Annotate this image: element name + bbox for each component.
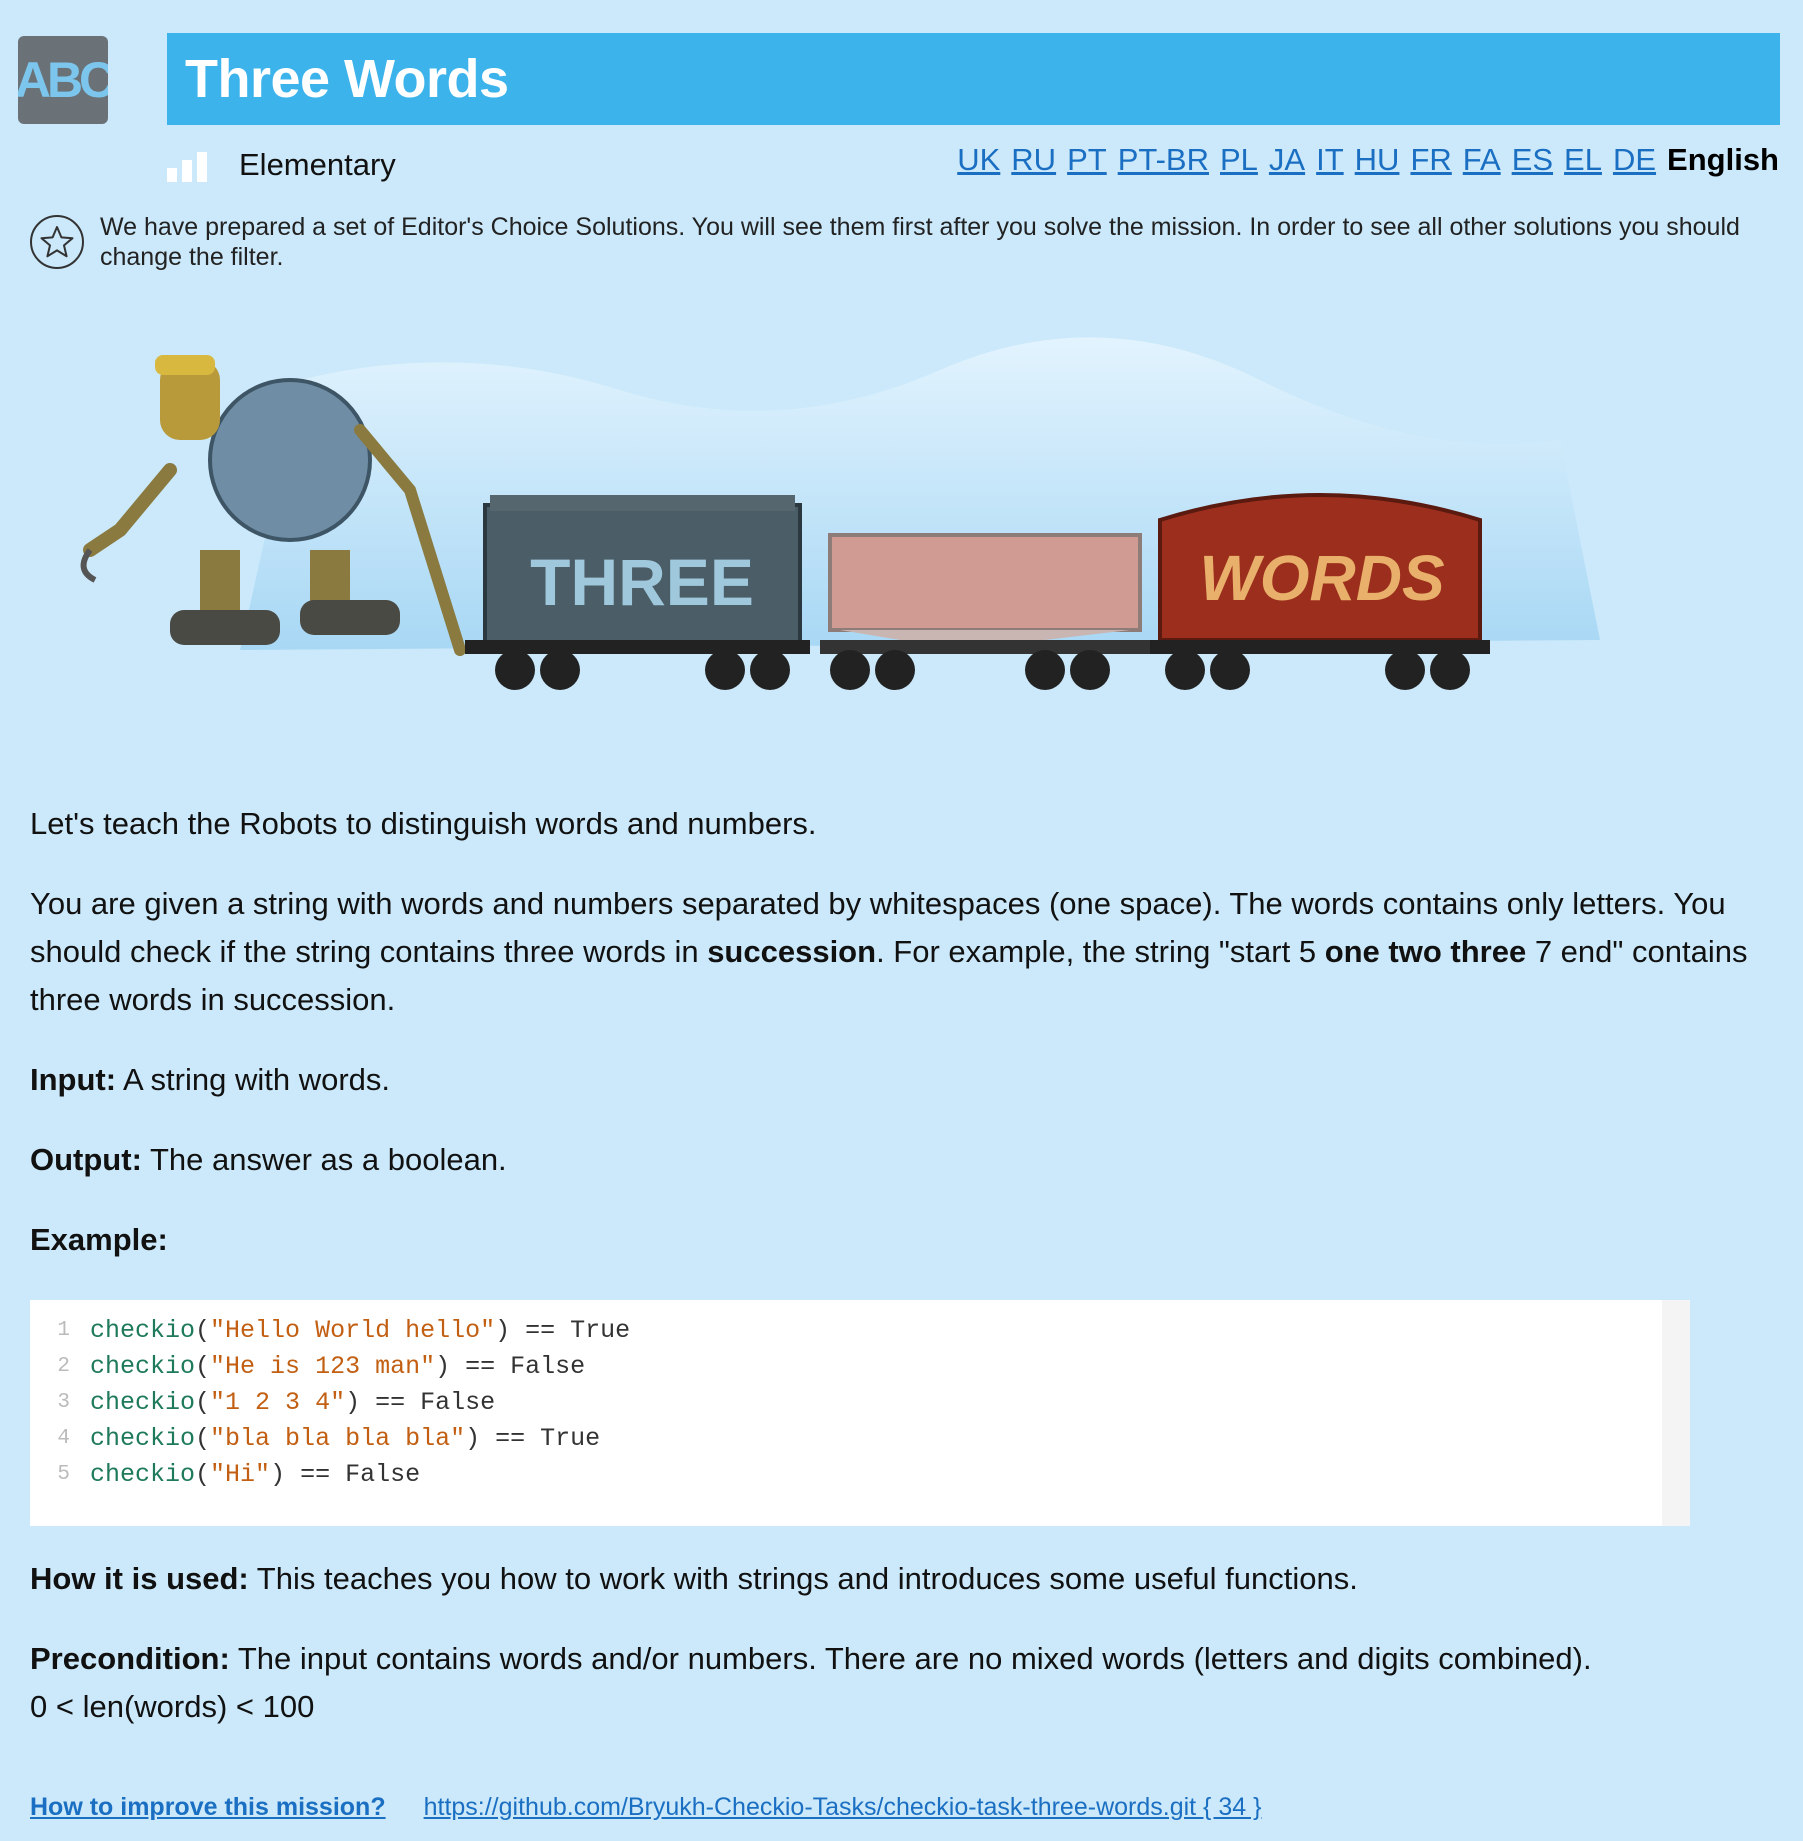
precondition-paragraph: Precondition: The input contains words a… [30, 1641, 1592, 1724]
code-line: 1 checkio("Hello World hello") == True [57, 1315, 631, 1345]
lang-link-fa[interactable]: FA [1463, 142, 1501, 178]
code-line: 3 checkio("1 2 3 4") == False [57, 1387, 496, 1417]
lang-link-pt[interactable]: PT [1067, 142, 1107, 178]
page-title: Three Words [185, 49, 509, 109]
example-heading: Example: [30, 1222, 168, 1257]
svg-text:WORDS: WORDS [1199, 542, 1445, 614]
language-switcher: UK RU PT PT-BR PL JA IT HU FR FA ES EL D… [957, 142, 1779, 178]
code-line: 2 checkio("He is 123 man") == False [57, 1351, 586, 1381]
lang-link-hu[interactable]: HU [1355, 142, 1400, 178]
logo-text: ABC [18, 52, 108, 108]
notice-text: We have prepared a set of Editor's Choic… [100, 213, 1740, 271]
how-used-paragraph: How it is used: This teaches you how to … [30, 1561, 1358, 1596]
intro-paragraph: Let's teach the Robots to distinguish wo… [30, 806, 817, 841]
footer-links: How to improve this mission? https://git… [30, 1793, 1261, 1822]
wagon-three: THREE [465, 495, 810, 690]
lang-link-ja[interactable]: JA [1269, 142, 1305, 178]
wagon-words: WORDS [1150, 493, 1490, 690]
editors-choice-notice: We have prepared a set of Editor's Choic… [30, 212, 1780, 272]
output-paragraph: Output: The answer as a boolean. [30, 1142, 507, 1177]
lang-link-es[interactable]: ES [1512, 142, 1553, 178]
difficulty-bars-icon [167, 148, 213, 182]
difficulty-level: Elementary [167, 140, 396, 190]
mission-notes: How it is used: This teaches you how to … [30, 1555, 1750, 1763]
wagon-hopper [820, 533, 1150, 690]
lang-link-fr[interactable]: FR [1410, 142, 1451, 178]
lang-link-ru[interactable]: RU [1011, 142, 1056, 178]
svg-text:THREE: THREE [530, 545, 754, 619]
input-paragraph: Input: A string with words. [30, 1062, 391, 1097]
description-paragraph: You are given a string with words and nu… [30, 886, 1748, 1017]
title-bar: Three Words [167, 33, 1780, 125]
code-example: 1 checkio("Hello World hello") == True 2c… [30, 1300, 1690, 1526]
current-language: English [1667, 142, 1779, 177]
lang-link-de[interactable]: DE [1613, 142, 1656, 178]
lang-link-it[interactable]: IT [1316, 142, 1344, 178]
mission-illustration: THREE WORDS [60, 320, 1640, 720]
mission-description: Let's teach the Robots to distinguish wo… [30, 800, 1750, 1296]
lang-link-pt-br[interactable]: PT-BR [1118, 142, 1209, 178]
mission-logo: ABC [18, 36, 108, 124]
star-icon [30, 215, 84, 269]
code-line: 5 checkio("Hi") == False [57, 1459, 421, 1489]
code-line: 4 checkio("bla bla bla bla") == True [57, 1423, 601, 1453]
lang-link-uk[interactable]: UK [957, 142, 1000, 178]
lang-link-el[interactable]: EL [1564, 142, 1602, 178]
lang-link-pl[interactable]: PL [1220, 142, 1258, 178]
improve-mission-link[interactable]: How to improve this mission? [30, 1793, 386, 1822]
difficulty-label: Elementary [239, 147, 396, 182]
repo-link[interactable]: https://github.com/Bryukh-Checkio-Tasks/… [424, 1793, 1262, 1822]
